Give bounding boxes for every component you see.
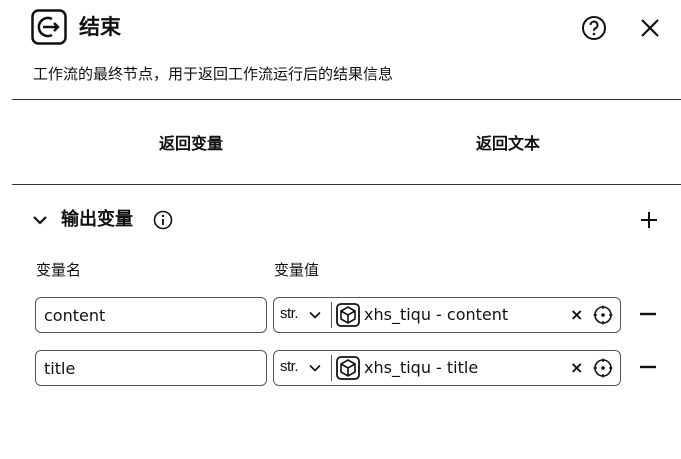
type-select[interactable]: str. [274,298,330,331]
tab-return-text[interactable]: 返回文本 [408,124,608,164]
variable-value-field: str. xhs_tiqu - content × [273,297,621,333]
variable-value-field: str. xhs_tiqu - title × [273,350,621,386]
variable-name-input[interactable] [35,350,267,386]
close-icon[interactable] [637,15,663,41]
divider [331,355,332,381]
target-icon[interactable] [593,305,613,325]
variable-name-input[interactable] [35,297,267,333]
section-title: 输出变量 [61,209,133,230]
divider [12,99,681,100]
reference-value: xhs_tiqu - title [364,358,479,377]
chevron-down-icon[interactable] [31,211,49,229]
type-select-value: str. [280,358,299,375]
info-icon[interactable] [153,210,173,230]
clear-button[interactable]: × [570,357,583,379]
output-variable-row: str. xhs_tiqu - content × [35,297,665,333]
cube-node-icon [336,356,360,380]
minus-icon[interactable] [637,356,659,378]
type-select-value: str. [280,305,299,322]
type-select[interactable]: str. [274,351,330,384]
output-variables-header: 输出变量 [31,205,663,235]
column-label-value: 变量值 [274,261,320,279]
divider [12,184,681,185]
help-circle-icon[interactable] [581,15,607,41]
output-variable-row: str. xhs_tiqu - title × [35,350,665,386]
chevron-down-icon [309,364,321,372]
minus-icon[interactable] [637,303,659,325]
cube-node-icon [336,303,360,327]
node-description: 工作流的最终节点，用于返回工作流运行后的结果信息 [33,65,394,83]
chevron-down-icon [309,311,321,319]
node-header: 结束 [31,9,665,49]
tab-return-variable[interactable]: 返回变量 [91,124,291,164]
column-label-name: 变量名 [36,261,82,279]
divider [331,302,332,328]
node-title: 结束 [79,15,121,39]
plus-icon[interactable] [637,208,661,232]
end-node-icon [31,9,67,45]
reference-value: xhs_tiqu - content [364,305,509,324]
return-mode-tabs: 返回变量 返回文本 [12,124,681,164]
clear-button[interactable]: × [570,304,583,326]
target-icon[interactable] [593,358,613,378]
